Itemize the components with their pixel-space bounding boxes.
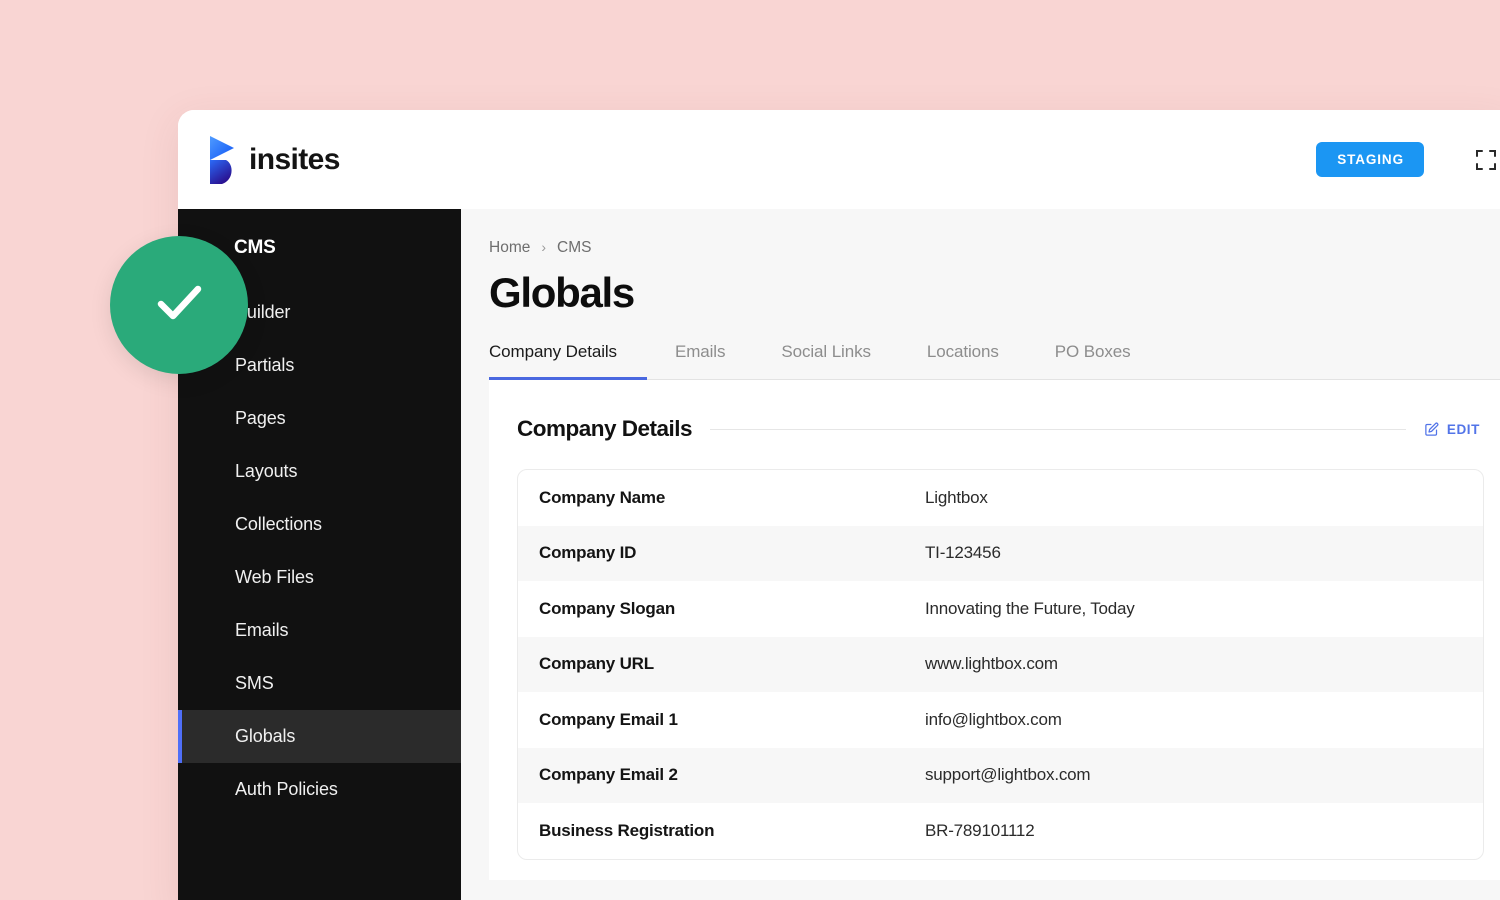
detail-label: Company Slogan (539, 598, 676, 618)
detail-value: TI-123456 (925, 543, 1001, 563)
company-details-panel: Company Details EDIT Company Name Lightb… (489, 380, 1500, 880)
chevron-right-icon: › (541, 239, 547, 255)
main-content: Home › CMS Globals Company Details Email… (461, 209, 1500, 900)
edit-button[interactable]: EDIT (1424, 422, 1484, 437)
table-row: Business Registration BR-789101112 (518, 803, 1483, 859)
detail-value: Innovating the Future, Today (925, 598, 1135, 618)
detail-label: Company ID (539, 543, 637, 563)
breadcrumb: Home › CMS (489, 239, 1500, 257)
edit-button-label: EDIT (1446, 421, 1480, 437)
sidebar-item-label: Web Files (235, 567, 314, 587)
sidebar-item-label: Pages (235, 408, 286, 428)
tab-social-links[interactable]: Social Links (753, 342, 899, 380)
sidebar-item-label: SMS (235, 673, 274, 693)
company-details-table: Company Name Lightbox Company ID TI-1234… (517, 469, 1484, 860)
detail-value: info@lightbox.com (925, 709, 1062, 729)
insites-logo-icon (208, 134, 236, 186)
success-indicator (110, 236, 248, 374)
fullscreen-icon[interactable] (1474, 148, 1498, 172)
detail-label: Business Registration (539, 820, 715, 840)
table-row: Company ID TI-123456 (518, 525, 1483, 581)
edit-pencil-square-icon (1424, 422, 1439, 437)
section-title: Company Details (517, 416, 693, 441)
table-row: Company Email 1 info@lightbox.com (518, 692, 1483, 748)
table-row: Company Name Lightbox (518, 470, 1483, 526)
detail-value: support@lightbox.com (925, 765, 1091, 785)
top-bar: insites STAGING (178, 110, 1500, 209)
breadcrumb-item-home[interactable]: Home (489, 239, 530, 257)
app-window: insites STAGING CMS Builder Partials Pag… (178, 110, 1500, 900)
top-bar-actions: STAGING (1316, 142, 1500, 177)
sidebar-item-label: Partials (235, 355, 295, 375)
sidebar-item-label: Layouts (235, 461, 298, 481)
sidebar-item-globals[interactable]: Globals (178, 710, 461, 763)
detail-label: Company Name (539, 487, 666, 507)
table-row: Company Email 2 support@lightbox.com (518, 747, 1483, 803)
sidebar-item-collections[interactable]: Collections (178, 498, 461, 551)
tab-emails[interactable]: Emails (647, 342, 753, 380)
detail-label: Company Email 2 (539, 765, 678, 785)
section-header: Company Details EDIT (517, 416, 1484, 442)
sidebar-item-label: Collections (235, 514, 322, 534)
tab-locations[interactable]: Locations (899, 342, 1027, 380)
table-row: Company URL www.lightbox.com (518, 636, 1483, 692)
tab-company-details[interactable]: Company Details (489, 342, 647, 380)
detail-label: Company Email 1 (539, 709, 678, 729)
section-divider (710, 428, 1406, 430)
page-title: Globals (489, 269, 635, 316)
sidebar-item-label: Emails (235, 620, 289, 640)
detail-value: BR-789101112 (925, 820, 1035, 840)
sidebar-item-sms[interactable]: SMS (178, 657, 461, 710)
breadcrumb-item-cms[interactable]: CMS (557, 239, 591, 257)
detail-label: Company URL (539, 654, 654, 674)
tab-bar: Company Details Emails Social Links Loca… (489, 342, 1500, 380)
staging-button[interactable]: STAGING (1316, 142, 1424, 177)
brand-logo[interactable]: insites (208, 134, 340, 186)
detail-value: www.lightbox.com (925, 654, 1058, 674)
sidebar-item-emails[interactable]: Emails (178, 604, 461, 657)
sidebar-item-pages[interactable]: Pages (178, 392, 461, 445)
sidebar-item-label: Globals (235, 726, 296, 746)
detail-value: Lightbox (925, 487, 988, 507)
sidebar-item-web-files[interactable]: Web Files (178, 551, 461, 604)
sidebar-item-layouts[interactable]: Layouts (178, 445, 461, 498)
sidebar-item-label: Auth Policies (235, 779, 338, 799)
check-mark-icon (143, 267, 215, 344)
brand-name: insites (249, 142, 340, 176)
tab-po-boxes[interactable]: PO Boxes (1027, 342, 1159, 380)
sidebar-item-auth-policies[interactable]: Auth Policies (178, 763, 461, 816)
table-row: Company Slogan Innovating the Future, To… (518, 581, 1483, 637)
